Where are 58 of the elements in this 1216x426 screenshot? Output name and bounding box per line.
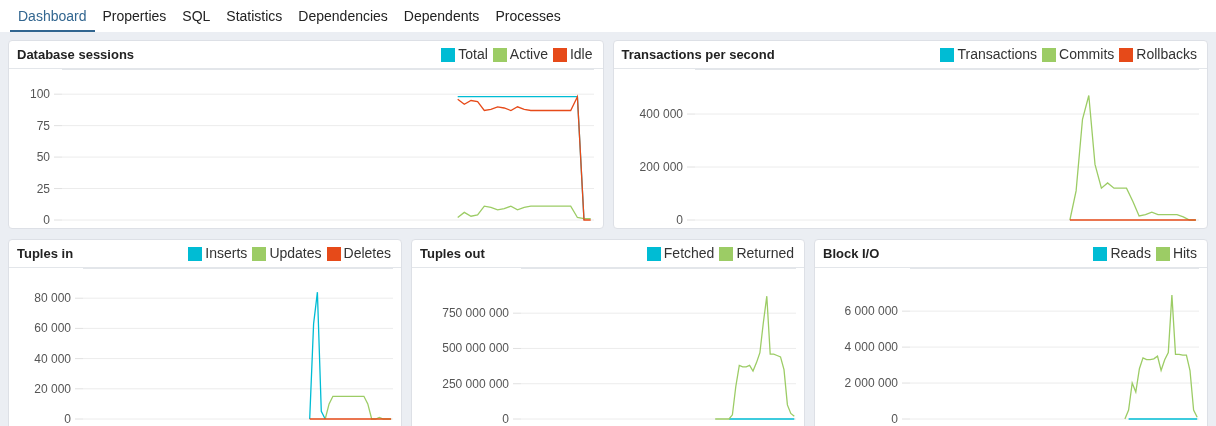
legend-label: Commits [1059,45,1115,64]
tab[interactable]: Properties [94,2,175,32]
legend-label: Fetched [663,244,715,263]
chart-title: Block I/O [823,244,880,263]
axis-tick-label: 20 000 [34,381,71,396]
legend-label: Deletes [343,244,391,263]
axis-tick-label: 60 000 [34,321,71,336]
axis-tick-label: 0 [675,213,683,227]
legend-swatch [441,47,456,62]
legend-swatch [940,47,955,62]
axis-tick-label: 100 [29,87,50,102]
axis-tick-label: 200 000 [639,160,683,174]
axis-tick-label: 50 [36,150,50,165]
axis-tick-label: 0 [502,412,509,426]
legend-swatch [188,246,203,261]
tab[interactable]: Statistics [218,2,291,32]
legend-label: Rollbacks [1136,45,1197,64]
legend-label: Total [458,45,488,64]
legend-swatch [646,246,661,261]
tab[interactable]: Processes [487,2,569,32]
legend-swatch [326,246,341,261]
tab[interactable]: SQL [174,2,219,32]
legend-label: Idle [569,45,593,64]
legend-label: Hits [1172,244,1197,263]
axis-tick-label: 0 [43,213,50,227]
tab[interactable]: Dependents [395,2,488,32]
legend-label: Returned [736,244,794,263]
tab[interactable]: Dependencies [290,2,396,32]
axis-tick-label: 250 000 000 [442,376,509,391]
axis-tick-label: 0 [891,412,898,426]
axis-tick-label: 75 [36,118,50,133]
legend-label: Updates [269,244,322,263]
chart-title: Tuples out [420,244,485,263]
legend-label: Active [509,45,548,64]
legend-swatch [1093,246,1108,261]
axis-tick-label: 400 000 [639,107,683,122]
axis-tick-label: 0 [64,412,71,426]
legend-swatch [492,47,507,62]
chart-title: Transactions per second [621,45,775,64]
legend-swatch [1155,246,1170,261]
axis-tick-label: 25 [36,181,50,196]
axis-tick-label: 500 000 000 [442,341,509,356]
legend-swatch [1119,47,1134,62]
axis-tick-label: 4 000 000 [844,340,898,355]
legend-label: Transactions [957,45,1038,64]
chart-title: Database sessions [17,45,135,64]
axis-tick-label: 80 000 [34,291,71,306]
axis-tick-label: 750 000 000 [442,306,509,321]
legend-swatch [719,246,734,261]
axis-tick-label: 2 000 000 [844,376,898,391]
legend-swatch [552,47,567,62]
axis-tick-label: 6 000 000 [844,304,898,319]
legend-label: Inserts [205,244,248,263]
legend-swatch [1042,47,1057,62]
chart-title: Tuples in [17,244,74,263]
legend-swatch [252,246,267,261]
legend-label: Reads [1110,244,1151,263]
axis-tick-label: 40 000 [34,351,71,366]
